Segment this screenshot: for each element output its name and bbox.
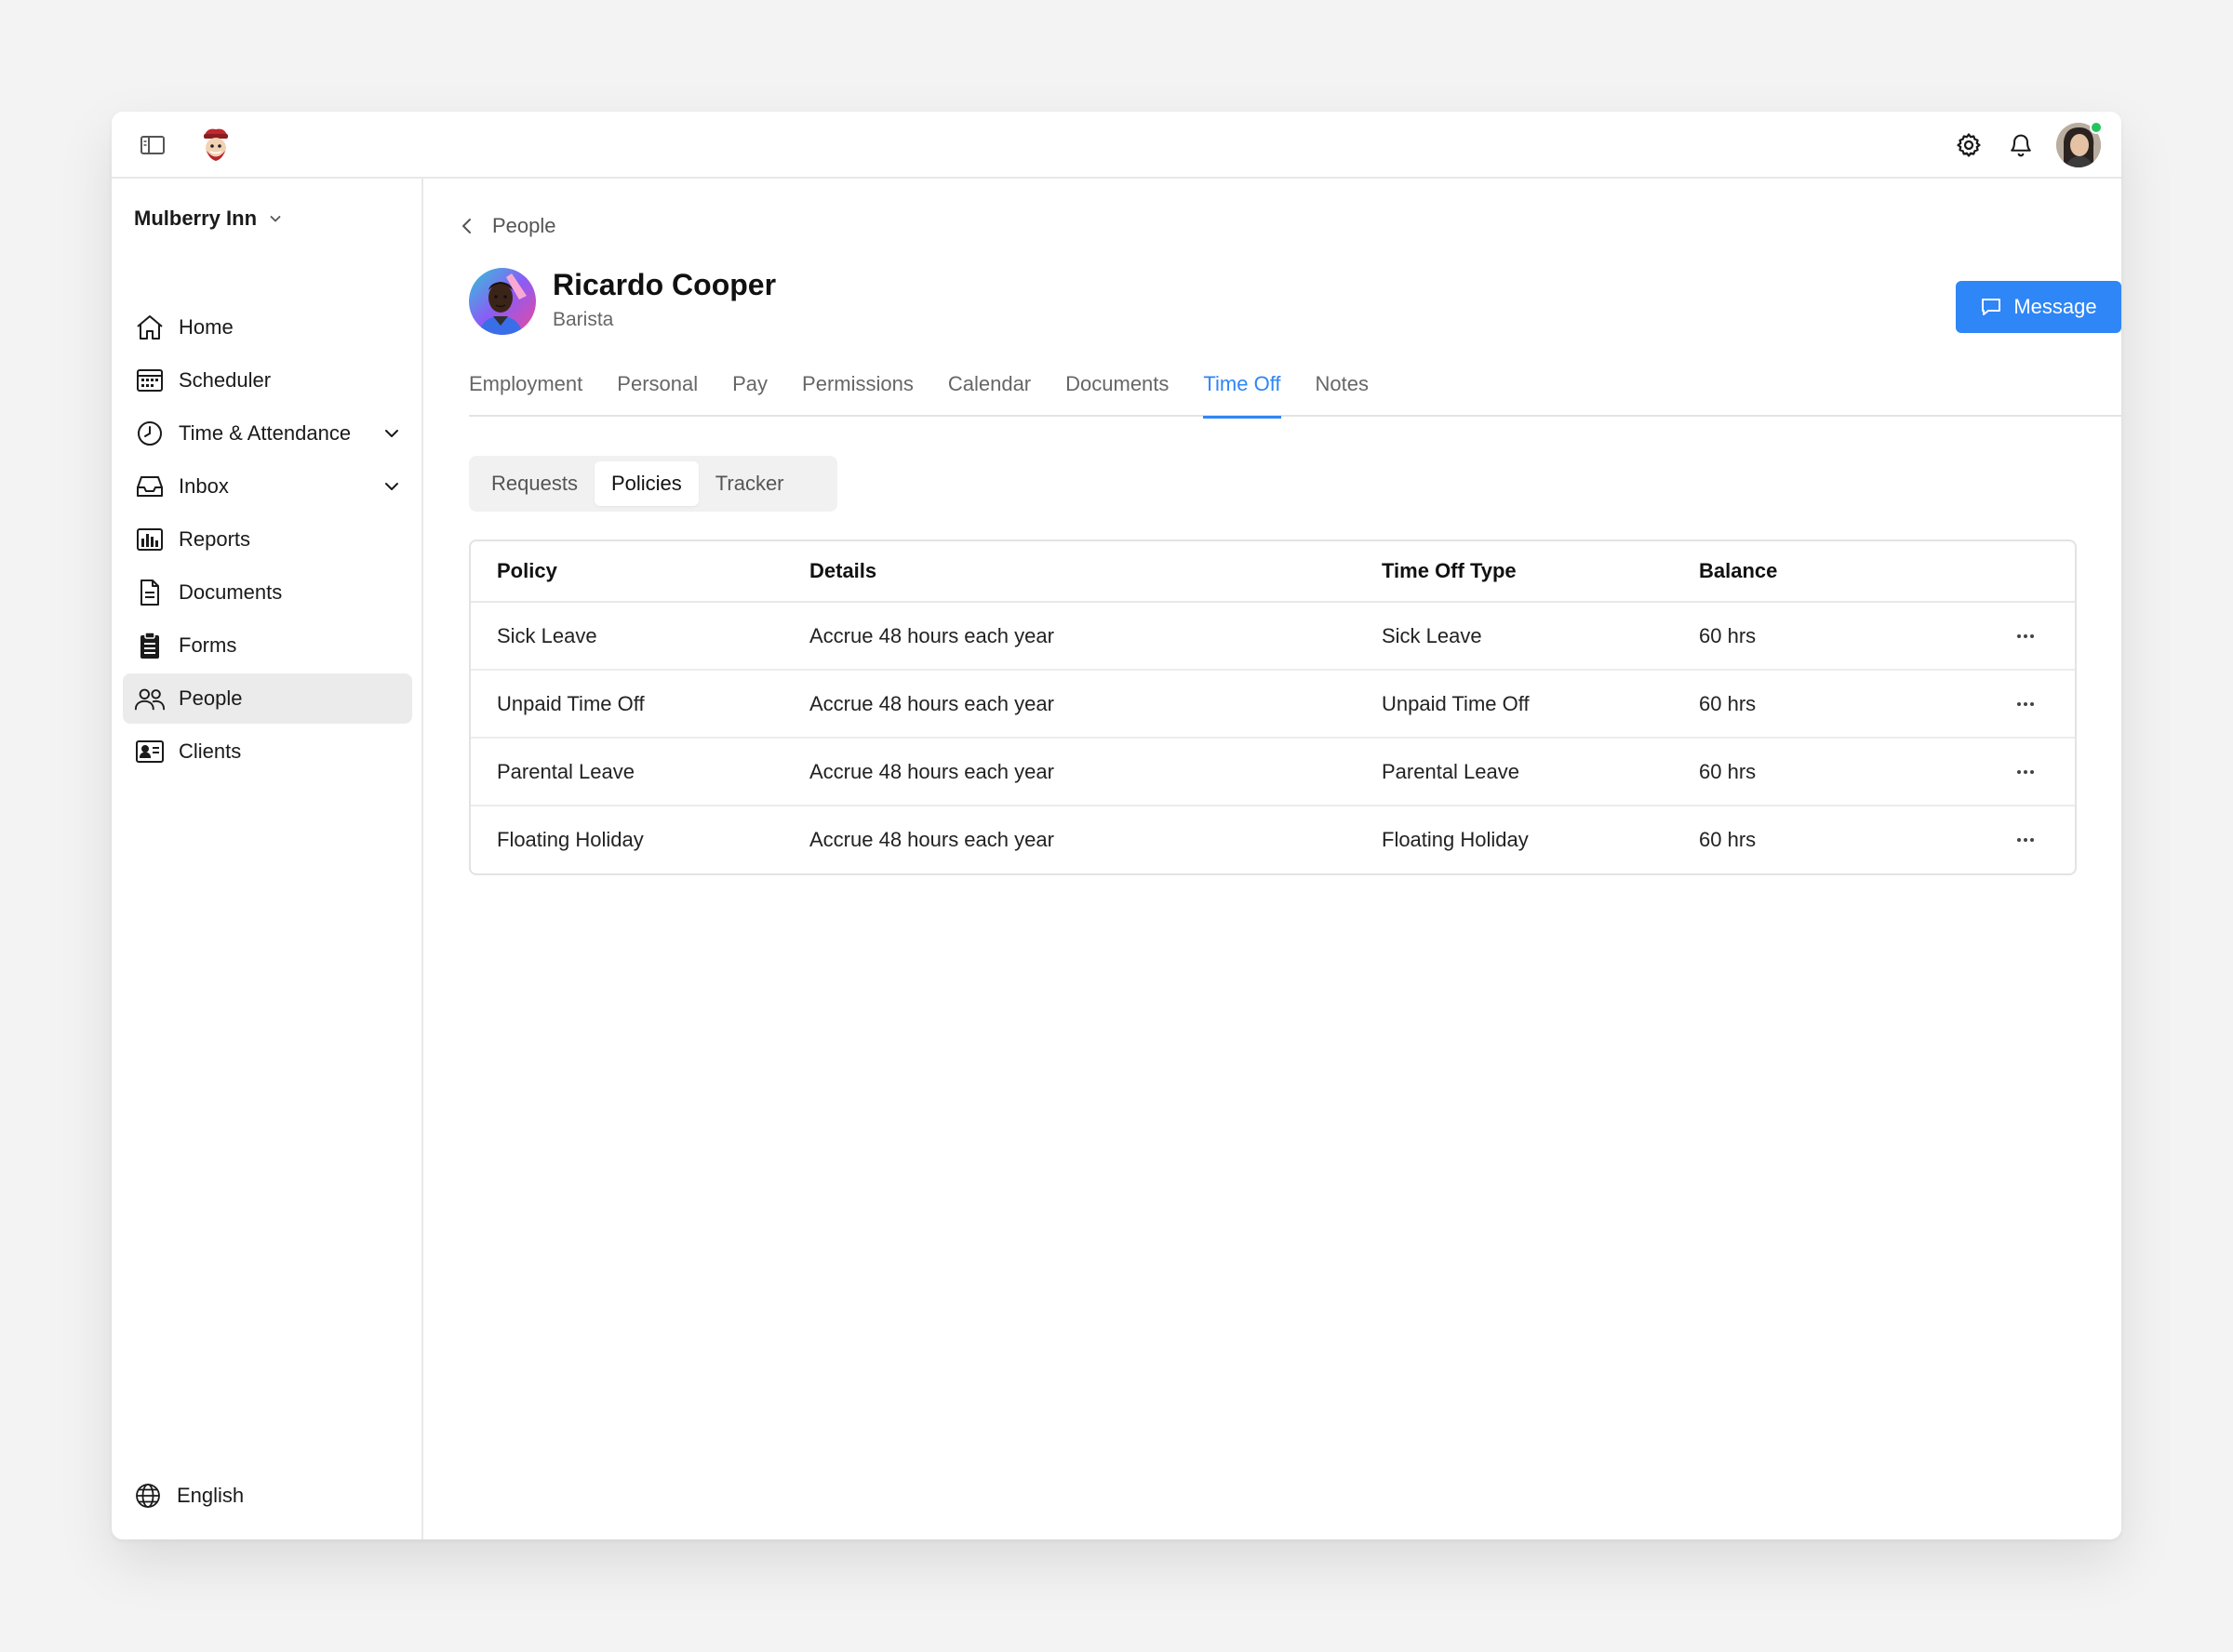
sidebar-item-inbox[interactable]: Inbox: [123, 461, 412, 512]
chevron-left-icon: [462, 219, 471, 233]
sidebar-item-forms[interactable]: Forms: [123, 620, 412, 671]
chat-bubble-icon: [1982, 299, 2001, 315]
sidebar-item-clients[interactable]: Clients: [123, 726, 412, 777]
language-label: English: [177, 1484, 245, 1507]
table-row[interactable]: Unpaid Time Off Accrue 48 hours each yea…: [471, 671, 2075, 739]
sidebar-item-label: Scheduler: [179, 368, 272, 392]
main-content: People Ricardo Cooper Barista Message Em…: [423, 179, 2121, 1539]
row-menu-icon[interactable]: [2013, 625, 2038, 647]
subtab-requests[interactable]: Requests: [475, 461, 595, 506]
chevron-down-icon[interactable]: [381, 422, 403, 445]
table-row[interactable]: Floating Holiday Accrue 48 hours each ye…: [471, 806, 2075, 873]
profile-name: Ricardo Cooper: [553, 268, 777, 301]
cell-time-off-type: Floating Holiday: [1382, 828, 1529, 851]
online-status-dot: [2090, 121, 2103, 134]
tab-time-off[interactable]: Time Off: [1203, 372, 1281, 419]
sidebar-item-label: Forms: [179, 633, 237, 657]
home-icon: [134, 312, 166, 343]
sidebar-item-label: People: [179, 686, 243, 710]
language-selector[interactable]: English: [134, 1482, 244, 1510]
sidebar-item-reports[interactable]: Reports: [123, 514, 412, 565]
table-header: Policy Details Time Off Type Balance: [471, 541, 2075, 603]
cell-time-off-type: Sick Leave: [1382, 623, 1482, 647]
column-header-details: Details: [809, 559, 877, 582]
sidebar-item-label: Documents: [179, 580, 283, 604]
table-row[interactable]: Parental Leave Accrue 48 hours each year…: [471, 739, 2075, 806]
tab-pay[interactable]: Pay: [732, 372, 768, 417]
cell-balance: 60 hrs: [1699, 828, 1757, 851]
sidebar-item-label: Inbox: [179, 474, 229, 498]
table-row[interactable]: Sick Leave Accrue 48 hours each year Sic…: [471, 603, 2075, 671]
tab-employment[interactable]: Employment: [469, 372, 582, 417]
sidebar-item-time-attendance[interactable]: Time & Attendance: [123, 408, 412, 459]
tab-documents[interactable]: Documents: [1065, 372, 1169, 417]
sidebar-item-documents[interactable]: Documents: [123, 567, 412, 618]
tab-notes[interactable]: Notes: [1316, 372, 1369, 417]
cell-policy: Parental Leave: [497, 759, 635, 783]
subtab-policies[interactable]: Policies: [594, 461, 699, 506]
cell-balance: 60 hrs: [1699, 623, 1757, 647]
tab-calendar[interactable]: Calendar: [948, 372, 1031, 417]
settings-gear-icon[interactable]: [1952, 128, 1986, 162]
cell-balance: 60 hrs: [1699, 691, 1757, 715]
row-menu-icon[interactable]: [2013, 693, 2038, 715]
document-icon: [134, 577, 166, 608]
sidebar-item-scheduler[interactable]: Scheduler: [123, 355, 412, 406]
sidebar-item-label: Time & Attendance: [179, 421, 352, 445]
inbox-icon: [134, 471, 166, 502]
policies-table: Policy Details Time Off Type Balance Sic…: [469, 540, 2077, 875]
cell-balance: 60 hrs: [1699, 759, 1757, 783]
sidebar-item-label: Home: [179, 315, 234, 339]
row-menu-icon[interactable]: [2013, 829, 2038, 851]
message-button[interactable]: Message: [1956, 281, 2121, 333]
sidebar-item-label: Reports: [179, 527, 251, 551]
people-icon: [134, 683, 166, 714]
sidebar-nav: Home Scheduler Time & Attendance Inbox R…: [123, 302, 412, 779]
top-bar: [112, 112, 2121, 179]
org-switcher[interactable]: Mulberry Inn: [134, 206, 283, 231]
sidebar-item-people[interactable]: People: [123, 673, 412, 724]
bar-chart-icon: [134, 524, 166, 555]
cell-policy: Sick Leave: [497, 623, 597, 647]
time-off-subtabs: Requests Policies Tracker: [469, 456, 837, 512]
subtab-tracker[interactable]: Tracker: [699, 461, 801, 506]
tab-permissions[interactable]: Permissions: [802, 372, 914, 417]
breadcrumb[interactable]: People: [461, 214, 556, 238]
clipboard-icon: [134, 630, 166, 661]
calendar-grid-icon: [134, 365, 166, 396]
cell-details: Accrue 48 hours each year: [809, 691, 1054, 715]
chevron-down-icon[interactable]: [381, 475, 403, 498]
org-name: Mulberry Inn: [134, 206, 258, 230]
app-logo: [197, 125, 234, 166]
column-header-time-off-type: Time Off Type: [1382, 559, 1517, 582]
sidebar-item-home[interactable]: Home: [123, 302, 412, 353]
globe-icon: [136, 1484, 160, 1508]
cell-policy: Floating Holiday: [497, 828, 644, 851]
sidebar-toggle-icon[interactable]: [138, 130, 167, 160]
sidebar-item-label: Clients: [179, 739, 242, 763]
cell-time-off-type: Unpaid Time Off: [1382, 691, 1530, 715]
sidebar: Mulberry Inn Home Scheduler Time & Atten…: [112, 179, 423, 1539]
cell-details: Accrue 48 hours each year: [809, 759, 1054, 783]
tab-personal[interactable]: Personal: [617, 372, 698, 417]
id-card-icon: [134, 736, 166, 767]
chevron-down-icon: [270, 216, 281, 222]
column-header-policy: Policy: [497, 559, 557, 582]
cell-time-off-type: Parental Leave: [1382, 759, 1519, 783]
clock-icon: [134, 418, 166, 449]
breadcrumb-label: People: [492, 214, 556, 237]
cell-details: Accrue 48 hours each year: [809, 828, 1054, 851]
profile-avatar: [469, 268, 536, 335]
notifications-bell-icon[interactable]: [2004, 128, 2038, 162]
column-header-balance: Balance: [1699, 559, 1778, 582]
profile-tabs: Employment Personal Pay Permissions Cale…: [469, 372, 2121, 419]
profile-role: Barista: [553, 309, 614, 330]
cell-details: Accrue 48 hours each year: [809, 623, 1054, 647]
app-window: Mulberry Inn Home Scheduler Time & Atten…: [112, 112, 2121, 1539]
message-button-label: Message: [2013, 295, 2097, 318]
cell-policy: Unpaid Time Off: [497, 691, 645, 715]
row-menu-icon[interactable]: [2013, 761, 2038, 783]
